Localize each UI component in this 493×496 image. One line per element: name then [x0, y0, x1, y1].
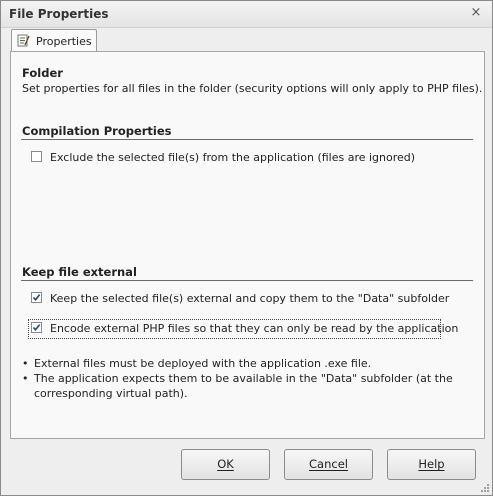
- keep-external-checkbox[interactable]: [31, 292, 42, 303]
- file-properties-dialog: File Properties × Properties Folder Set …: [0, 0, 493, 496]
- exclude-files-checkbox[interactable]: [31, 151, 42, 162]
- section-divider: [21, 280, 473, 281]
- properties-sheet-icon: [17, 34, 30, 47]
- note-text: External files must be deployed with the…: [34, 357, 372, 370]
- checkmark-icon: [32, 294, 41, 302]
- note-text: The application expects them to be avail…: [34, 372, 453, 400]
- exclude-files-checkbox-row[interactable]: Exclude the selected file(s) from the ap…: [29, 149, 415, 167]
- cancel-button[interactable]: Cancel: [284, 449, 373, 480]
- help-button[interactable]: Help: [387, 449, 476, 480]
- keep-file-external-heading: Keep file external: [22, 265, 137, 279]
- close-icon[interactable]: ×: [468, 5, 484, 21]
- bullet-icon: •: [22, 372, 29, 385]
- section-divider: [21, 139, 473, 140]
- tab-properties-label: Properties: [36, 35, 92, 48]
- tab-properties[interactable]: Properties: [11, 29, 97, 52]
- keep-external-checkbox-row[interactable]: Keep the selected file(s) external and c…: [29, 290, 449, 308]
- bullet-icon: •: [22, 357, 29, 370]
- ok-button-label: OK: [217, 457, 234, 471]
- folder-heading: Folder: [22, 66, 63, 80]
- window-title: File Properties: [9, 7, 109, 21]
- note-item: • The application expects them to be ava…: [22, 371, 472, 401]
- ok-button[interactable]: OK: [181, 449, 270, 480]
- exclude-files-label: Exclude the selected file(s) from the ap…: [50, 151, 416, 164]
- properties-panel: Folder Set properties for all files in t…: [10, 51, 485, 439]
- encode-php-checkbox-row[interactable]: Encode external PHP files so that they c…: [28, 319, 458, 339]
- compilation-properties-heading: Compilation Properties: [22, 124, 172, 138]
- deployment-notes: • External files must be deployed with t…: [22, 356, 472, 401]
- folder-description: Set properties for all files in the fold…: [22, 82, 483, 95]
- keep-external-label: Keep the selected file(s) external and c…: [50, 292, 450, 305]
- encode-php-checkbox[interactable]: [31, 322, 42, 333]
- cancel-button-label: Cancel: [309, 457, 348, 471]
- note-item: • External files must be deployed with t…: [22, 356, 472, 371]
- encode-php-label: Encode external PHP files so that they c…: [50, 322, 459, 335]
- help-button-label: Help: [418, 457, 445, 471]
- title-bar: File Properties ×: [1, 1, 492, 28]
- resize-grip-icon[interactable]: [480, 483, 490, 493]
- checkmark-icon: [32, 324, 41, 332]
